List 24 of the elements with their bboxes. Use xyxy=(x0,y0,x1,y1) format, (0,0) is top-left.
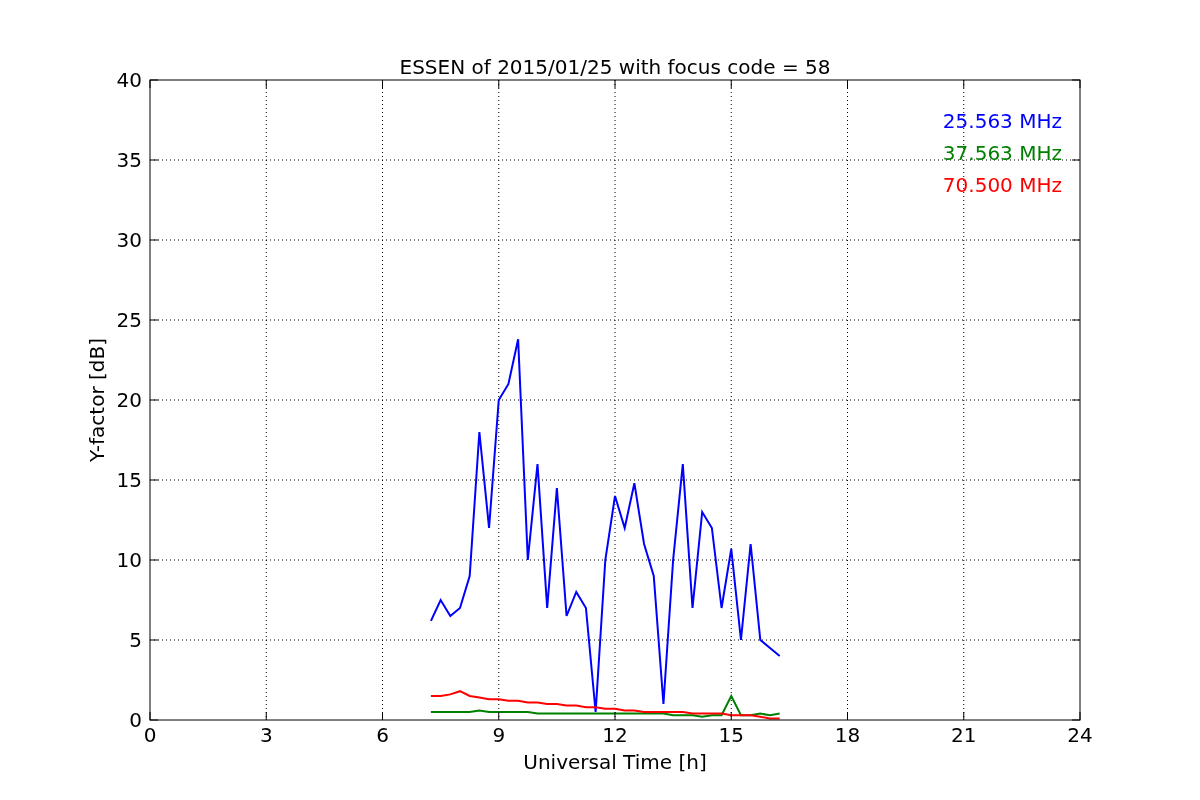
legend-label: 37.563 MHz xyxy=(942,141,1062,165)
y-tick-label: 35 xyxy=(116,148,142,172)
y-tick-label: 20 xyxy=(116,388,142,412)
x-tick-label: 18 xyxy=(834,723,861,747)
x-axis-label: Universal Time [h] xyxy=(523,750,707,774)
x-tick-label: 0 xyxy=(143,723,157,747)
x-tick-label: 21 xyxy=(951,723,977,747)
y-tick-label: 25 xyxy=(116,308,142,332)
x-tick-label: 24 xyxy=(1067,723,1093,747)
y-tick-label: 30 xyxy=(116,228,142,252)
y-tick-label: 0 xyxy=(129,708,142,732)
x-tick-label: 9 xyxy=(492,723,506,747)
y-axis-label: Y-factor [dB] xyxy=(85,338,109,462)
x-tick-label: 15 xyxy=(718,723,744,747)
x-tick-label: 3 xyxy=(259,723,273,747)
y-tick-label: 10 xyxy=(116,548,142,572)
y-tick-label: 15 xyxy=(116,468,142,492)
y-tick-label: 5 xyxy=(129,628,142,652)
chart-title: ESSEN of 2015/01/25 with focus code = 58 xyxy=(399,55,831,79)
x-tick-label: 12 xyxy=(602,723,628,747)
x-tick-label: 6 xyxy=(376,723,389,747)
y-tick-label: 40 xyxy=(116,68,142,92)
legend-label: 25.563 MHz xyxy=(942,109,1062,133)
legend-label: 70.500 MHz xyxy=(942,173,1062,197)
